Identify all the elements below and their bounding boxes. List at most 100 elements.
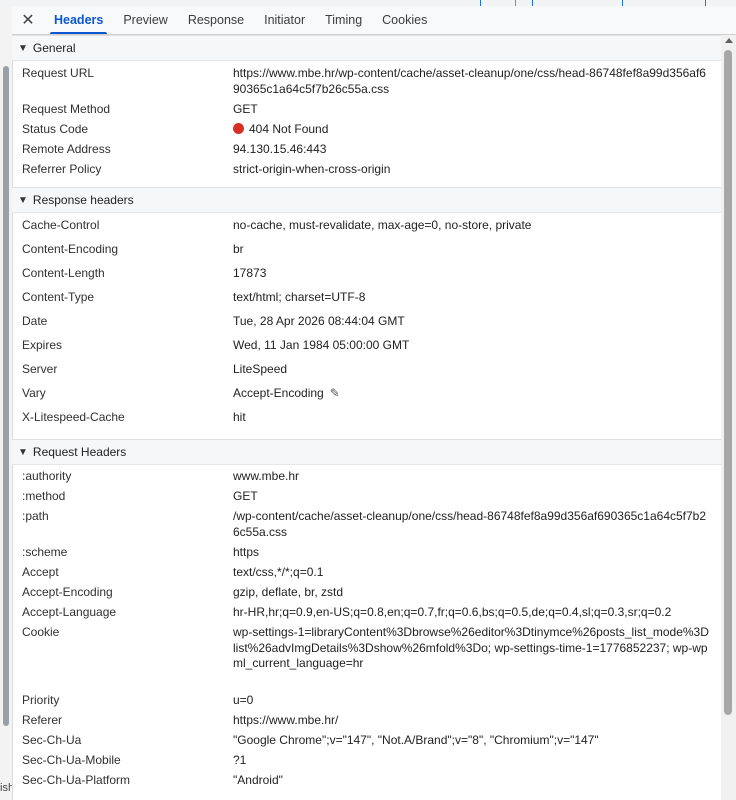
header-key: Accept-Language (22, 605, 117, 619)
header-value: "Android" (233, 773, 283, 787)
header-key: Expires (22, 338, 63, 352)
header-value: /wp-content/cache/asset-cleanup/one/css/… (233, 509, 707, 539)
header-row: Accept text/css,*/*;q=0.1 (12, 565, 721, 585)
header-row: Cookie wp-settings-1=libraryContent%3Dbr… (12, 625, 721, 693)
header-row: Accept-Language hr-HR,hr;q=0.9,en-US;q=0… (12, 605, 721, 625)
section-title: Response headers (32, 193, 134, 207)
triangle-down-icon: ▼ (18, 446, 28, 458)
vary-value: Accept-Encoding ✎ (233, 385, 711, 401)
header-key: Content-Type (22, 290, 95, 304)
triangle-down-icon: ▼ (18, 194, 28, 206)
details-tab-bar: ✕ Headers Preview Response Initiator Tim… (12, 6, 736, 35)
header-row: Sec-Ch-Ua "Google Chrome";v="147", "Not.… (12, 733, 721, 753)
header-value: Accept-Encoding (233, 386, 324, 400)
section-title: General (32, 41, 76, 55)
header-value: br (233, 242, 244, 256)
pencil-icon[interactable]: ✎ (330, 385, 340, 401)
header-key: Date (22, 314, 48, 328)
header-key: Cookie (22, 625, 60, 639)
status-code-value: 404 Not Found (233, 121, 711, 137)
header-key: Referrer Policy (22, 162, 102, 176)
section-general-body: Request URL https://www.mbe.hr/wp-conten… (12, 61, 721, 187)
header-row: Server LiteSpeed (12, 361, 721, 385)
tab-cookies[interactable]: Cookies (372, 6, 437, 34)
header-key: Cache-Control (22, 218, 100, 232)
header-value: 17873 (233, 266, 267, 280)
header-value: gzip, deflate, br, zstd (233, 585, 344, 599)
request-list-snippet: ish (0, 782, 12, 794)
vertical-scrollbar[interactable] (721, 35, 736, 800)
status-code-text: 404 Not Found (249, 122, 329, 136)
header-row: Priority u=0 (12, 693, 721, 713)
headers-panel: ▼ General Request URL https://www.mbe.hr… (12, 35, 721, 800)
header-row: :authority www.mbe.hr (12, 469, 721, 489)
header-value: hr-HR,hr;q=0.9,en-US;q=0.8,en;q=0.7,fr;q… (233, 605, 672, 619)
section-request-headers-body: :authority www.mbe.hr :method GET :path … (12, 465, 721, 799)
triangle-down-icon: ▼ (18, 42, 28, 54)
header-key: Content-Encoding (22, 242, 119, 256)
header-row: Content-Encoding br (12, 241, 721, 265)
header-value: GET (233, 489, 258, 503)
header-row: Cache-Control no-cache, must-revalidate,… (12, 217, 721, 241)
section-request-headers-header[interactable]: ▼ Request Headers (12, 439, 721, 465)
section-response-headers-header[interactable]: ▼ Response headers (12, 187, 721, 213)
header-key: Request URL (22, 66, 95, 80)
header-key: Content-Length (22, 266, 105, 280)
close-icon[interactable]: ✕ (12, 6, 44, 34)
header-value: ?1 (233, 753, 247, 767)
header-row: Sec-Ch-Ua-Mobile ?1 (12, 753, 721, 773)
scrollbar-thumb[interactable] (724, 50, 732, 715)
header-value: Wed, 11 Jan 1984 05:00:00 GMT (233, 338, 410, 352)
header-key: X-Litespeed-Cache (22, 410, 125, 424)
header-row: Request URL https://www.mbe.hr/wp-conten… (12, 65, 721, 101)
header-value: "Google Chrome";v="147", "Not.A/Brand";v… (233, 733, 599, 747)
tab-initiator[interactable]: Initiator (254, 6, 315, 34)
header-value: Tue, 28 Apr 2026 08:44:04 GMT (233, 314, 405, 328)
request-list-scrollbar-thumb[interactable] (3, 66, 9, 726)
header-row: Expires Wed, 11 Jan 1984 05:00:00 GMT (12, 337, 721, 361)
header-key: Sec-Ch-Ua-Platform (22, 773, 131, 787)
header-key: Remote Address (22, 142, 111, 156)
header-key: Referer (22, 713, 63, 727)
header-row: Content-Type text/html; charset=UTF-8 (12, 289, 721, 313)
header-value: no-cache, must-revalidate, max-age=0, no… (233, 218, 532, 232)
header-row: :scheme https (12, 545, 721, 565)
header-row: Referrer Policy strict-origin-when-cross… (12, 161, 721, 181)
header-row: Status Code 404 Not Found (12, 121, 721, 141)
header-row: Date Tue, 28 Apr 2026 08:44:04 GMT (12, 313, 721, 337)
tab-response[interactable]: Response (178, 6, 254, 34)
header-value: https (233, 545, 260, 559)
header-row: Content-Length 17873 (12, 265, 721, 289)
header-value: www.mbe.hr (233, 469, 300, 483)
section-title: Request Headers (32, 445, 127, 459)
header-key: :authority (22, 469, 72, 483)
header-key: Sec-Ch-Ua (22, 733, 82, 747)
header-value: text/html; charset=UTF-8 (233, 290, 366, 304)
header-row: X-Litespeed-Cache hit (12, 409, 721, 433)
header-key: Server (22, 362, 58, 376)
header-row: :method GET (12, 489, 721, 509)
header-key: Accept (22, 565, 59, 579)
header-value: 94.130.15.46:443 (233, 142, 327, 156)
tab-headers[interactable]: Headers (44, 6, 113, 34)
header-value: u=0 (233, 693, 254, 707)
header-key: Sec-Ch-Ua-Mobile (22, 753, 121, 767)
header-row: Accept-Encoding gzip, deflate, br, zstd (12, 585, 721, 605)
tab-preview[interactable]: Preview (113, 6, 177, 34)
header-value: hit (233, 410, 246, 424)
status-error-icon (233, 123, 244, 134)
header-key: Vary (22, 386, 46, 400)
header-key: :path (22, 509, 49, 523)
header-value: LiteSpeed (233, 362, 288, 376)
header-row: Vary Accept-Encoding ✎ (12, 385, 721, 409)
tab-timing[interactable]: Timing (315, 6, 372, 34)
header-key: :scheme (22, 545, 68, 559)
header-key: Priority (22, 693, 60, 707)
scroll-up-arrow-icon[interactable] (725, 38, 733, 43)
header-value: GET (233, 102, 258, 116)
header-value: text/css,*/*;q=0.1 (233, 565, 324, 579)
header-row: Request Method GET (12, 101, 721, 121)
section-general-header[interactable]: ▼ General (12, 35, 721, 61)
request-url-value[interactable]: https://www.mbe.hr/wp-content/cache/asse… (233, 65, 711, 97)
header-row: :path /wp-content/cache/asset-cleanup/on… (12, 509, 721, 545)
